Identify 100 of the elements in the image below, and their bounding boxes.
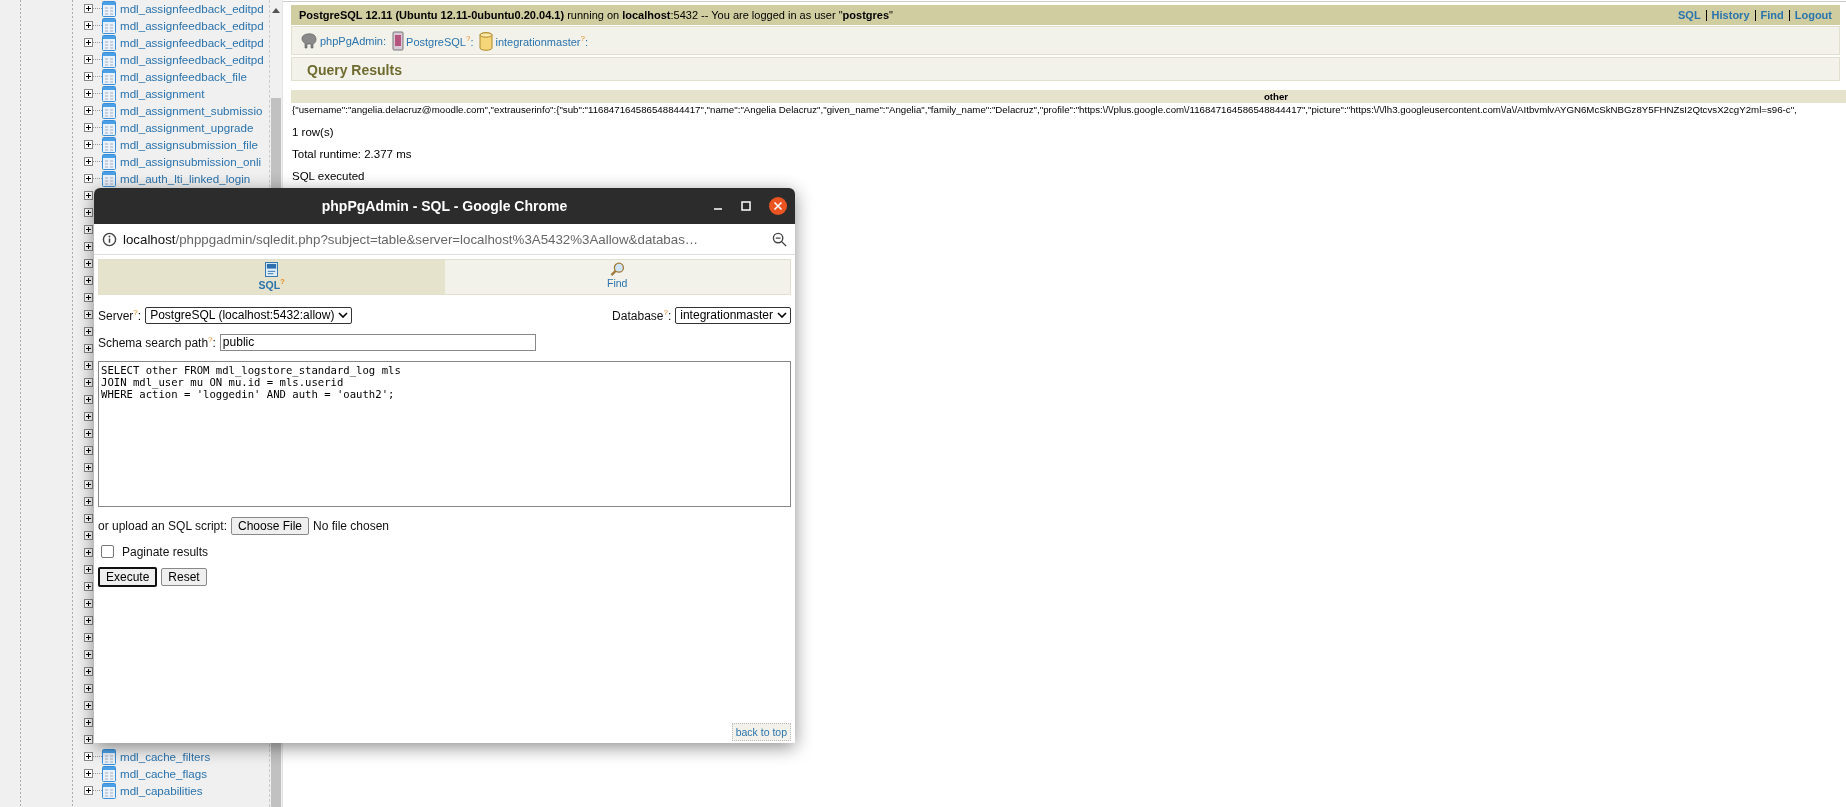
row-count: 1 row(s) bbox=[292, 126, 335, 138]
expand-icon[interactable] bbox=[84, 684, 93, 693]
expand-icon[interactable] bbox=[84, 327, 93, 336]
expand-icon[interactable] bbox=[84, 55, 93, 64]
expand-icon[interactable] bbox=[84, 89, 93, 98]
expand-icon[interactable] bbox=[84, 412, 93, 421]
close-icon[interactable] bbox=[769, 197, 787, 215]
expand-icon[interactable] bbox=[84, 259, 93, 268]
expand-icon[interactable] bbox=[84, 4, 93, 13]
expand-icon[interactable] bbox=[84, 72, 93, 81]
table-name-link[interactable]: mdl_assignsubmission_file bbox=[120, 138, 258, 151]
table-icon bbox=[102, 85, 116, 102]
server-dropdown[interactable]: PostgreSQL (localhost:5432:allow) bbox=[145, 306, 353, 324]
expand-icon[interactable] bbox=[84, 769, 93, 778]
table-name-link[interactable]: mdl_assignfeedback_editpd bbox=[120, 36, 264, 49]
schema-field[interactable]: public bbox=[219, 333, 536, 351]
form-button[interactable]: Reset bbox=[161, 567, 207, 586]
table-icon bbox=[102, 51, 116, 68]
expand-icon[interactable] bbox=[84, 650, 93, 659]
table-name-link[interactable]: mdl_cache_flags bbox=[120, 767, 207, 780]
table-name-link[interactable]: mdl_assignment_submissio bbox=[120, 104, 263, 117]
tab[interactable]: Find bbox=[444, 260, 790, 294]
expand-icon[interactable] bbox=[84, 225, 93, 234]
expand-icon[interactable] bbox=[84, 276, 93, 285]
sql-file-icon bbox=[265, 262, 279, 277]
choose-file-button[interactable]: Choose File bbox=[230, 516, 309, 535]
query-editor[interactable]: SELECT other FROM mdl_logstore_standard_log mls JOIN mdl_user mu ON mu.id = mls.userid WHERE action = 'loggedin' AND auth = 'oauth2'; bbox=[98, 360, 791, 507]
file-status: No file chosen bbox=[313, 518, 390, 533]
table-name-link[interactable]: mdl_assignfeedback_editpd bbox=[120, 19, 264, 32]
expand-icon[interactable] bbox=[84, 786, 93, 795]
expand-icon[interactable] bbox=[84, 310, 93, 319]
table-name-link[interactable]: mdl_assignfeedback_file bbox=[120, 70, 247, 83]
address-bar[interactable]: localhost/phppgadmin/sqledit.php?subject=table&server=localhost%3A5432%3Aallow&databas… bbox=[94, 224, 795, 255]
scroll-up-icon[interactable] bbox=[272, 8, 280, 13]
expand-icon[interactable] bbox=[84, 752, 93, 761]
expand-icon[interactable] bbox=[84, 174, 93, 183]
table-name-link[interactable]: mdl_capabilities bbox=[120, 784, 203, 797]
expand-icon[interactable] bbox=[84, 735, 93, 744]
nav-link[interactable]: History bbox=[1711, 9, 1750, 21]
runtime-text: Total runtime: 2.377 ms bbox=[292, 148, 413, 160]
expand-icon[interactable] bbox=[84, 378, 93, 387]
expand-icon[interactable] bbox=[84, 429, 93, 438]
expand-icon[interactable] bbox=[84, 463, 93, 472]
expand-icon[interactable] bbox=[84, 701, 93, 710]
breadcrumb-link[interactable]: phpPgAdmin: bbox=[320, 34, 387, 47]
table-name-link[interactable]: mdl_cache_filters bbox=[120, 750, 211, 763]
nav-link[interactable]: Find bbox=[1760, 9, 1784, 21]
table-name-link[interactable]: mdl_assignment bbox=[120, 87, 205, 100]
expand-icon[interactable] bbox=[84, 191, 93, 200]
database-dropdown[interactable]: integrationmaster bbox=[675, 306, 791, 324]
expand-icon[interactable] bbox=[84, 140, 93, 149]
expand-icon[interactable] bbox=[84, 38, 93, 47]
expand-icon[interactable] bbox=[84, 106, 93, 115]
expand-icon[interactable] bbox=[84, 531, 93, 540]
paginate-checkbox[interactable] bbox=[101, 545, 114, 558]
expand-icon[interactable] bbox=[84, 361, 93, 370]
caret-icon bbox=[338, 312, 349, 318]
expand-icon[interactable] bbox=[84, 446, 93, 455]
zoom-out-icon[interactable] bbox=[772, 231, 787, 247]
expand-icon[interactable] bbox=[84, 293, 93, 302]
table-name-link[interactable]: mdl_assignfeedback_editpd bbox=[120, 2, 264, 15]
url-text: localhost/phppgadmin/sqledit.php?subject=table&server=localhost%3A5432%3Aallow&databas… bbox=[123, 231, 700, 247]
table-icon bbox=[102, 119, 116, 136]
nav-link[interactable]: Logout bbox=[1794, 9, 1832, 21]
expand-icon[interactable] bbox=[84, 565, 93, 574]
section-title: Query Results bbox=[307, 62, 402, 78]
expand-icon[interactable] bbox=[84, 548, 93, 557]
maximize-icon[interactable] bbox=[741, 201, 751, 211]
tab[interactable]: SQL$^{?}$ bbox=[99, 260, 445, 294]
expand-icon[interactable] bbox=[84, 208, 93, 217]
back-to-top-link[interactable]: back to top bbox=[731, 723, 791, 741]
breadcrumb-link[interactable]: PostgreSQL$^{?}$: bbox=[406, 33, 474, 48]
expand-icon[interactable] bbox=[84, 242, 93, 251]
status-text: SQL executed bbox=[292, 170, 366, 182]
table-name-link[interactable]: mdl_assignsubmission_onli bbox=[120, 155, 262, 168]
expand-icon[interactable] bbox=[84, 667, 93, 676]
expand-icon[interactable] bbox=[84, 497, 93, 506]
form-button[interactable]: Execute bbox=[98, 566, 158, 587]
info-icon[interactable] bbox=[102, 231, 117, 247]
breadcrumb-link[interactable]: integrationmaster$^{?}$: bbox=[495, 33, 588, 48]
expand-icon[interactable] bbox=[84, 123, 93, 132]
expand-icon[interactable] bbox=[84, 395, 93, 404]
column-header: other bbox=[291, 90, 1846, 103]
expand-icon[interactable] bbox=[84, 633, 93, 642]
expand-icon[interactable] bbox=[84, 718, 93, 727]
upload-label: or upload an SQL script: bbox=[98, 518, 227, 533]
table-name-link[interactable]: mdl_assignment_upgrade bbox=[120, 121, 254, 134]
expand-icon[interactable] bbox=[84, 480, 93, 489]
expand-icon[interactable] bbox=[84, 582, 93, 591]
table-name-link[interactable]: mdl_assignfeedback_editpd bbox=[120, 53, 264, 66]
expand-icon[interactable] bbox=[84, 344, 93, 353]
database-icon bbox=[479, 30, 494, 51]
expand-icon[interactable] bbox=[84, 616, 93, 625]
expand-icon[interactable] bbox=[84, 21, 93, 30]
expand-icon[interactable] bbox=[84, 157, 93, 166]
nav-link[interactable]: SQL bbox=[1678, 9, 1701, 21]
expand-icon[interactable] bbox=[84, 514, 93, 523]
table-icon bbox=[102, 136, 116, 153]
expand-icon[interactable] bbox=[84, 599, 93, 608]
table-name-link[interactable]: mdl_auth_lti_linked_login bbox=[120, 172, 251, 185]
